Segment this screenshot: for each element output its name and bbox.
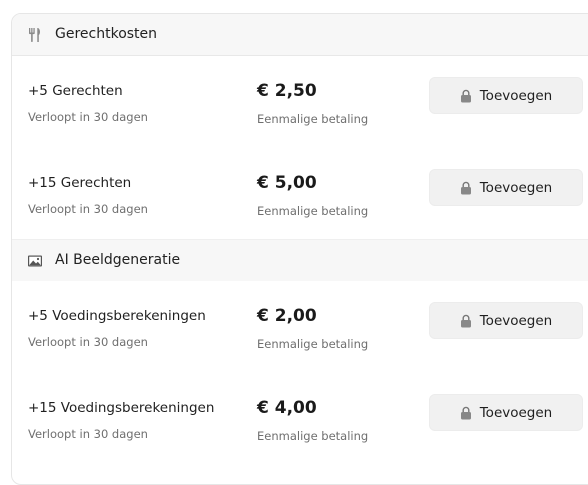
image-icon (28, 255, 42, 267)
list-item: +5 Voedingsberekeningen Verloopt in 30 d… (12, 281, 588, 374)
item-title: +15 Gerechten (28, 175, 132, 191)
add-button[interactable]: Toevoegen (429, 169, 583, 206)
list-item: +15 Gerechten Verloopt in 30 dagen € 5,0… (12, 148, 588, 240)
add-button[interactable]: Toevoegen (429, 394, 583, 431)
list-item: +15 Voedingsberekeningen Verloopt in 30 … (12, 373, 588, 465)
list-item: +5 Gerechten Verloopt in 30 dagen € 2,50… (12, 56, 588, 149)
item-price: € 2,00 (257, 306, 317, 326)
item-expiry: Verloopt in 30 dagen (28, 110, 148, 124)
add-button-label: Toevoegen (479, 87, 553, 104)
lock-icon (460, 89, 471, 102)
section-header-ai-beeldgeneratie: AI Beeldgeneratie (12, 239, 588, 282)
item-price: € 4,00 (257, 398, 317, 418)
section-header-gerechtkosten: Gerechtkosten (12, 14, 588, 56)
add-button[interactable]: Toevoegen (429, 77, 583, 114)
item-expiry: Verloopt in 30 dagen (28, 202, 148, 216)
item-price-note: Eenmalige betaling (257, 204, 369, 218)
item-price-note: Eenmalige betaling (257, 429, 369, 443)
utensils-icon (29, 28, 40, 42)
addons-panel: Gerechtkosten +5 Gerechten Verloopt in 3… (11, 13, 588, 485)
add-button[interactable]: Toevoegen (429, 302, 583, 339)
add-button-label: Toevoegen (479, 312, 553, 329)
item-title: +5 Gerechten (28, 83, 123, 99)
item-title: +5 Voedingsberekeningen (28, 308, 206, 324)
item-price: € 5,00 (257, 173, 317, 193)
add-button-label: Toevoegen (479, 404, 553, 421)
lock-icon (460, 314, 471, 327)
item-price-note: Eenmalige betaling (257, 112, 369, 126)
item-price: € 2,50 (257, 81, 317, 101)
section-title: AI Beeldgeneratie (55, 252, 181, 268)
item-title: +15 Voedingsberekeningen (28, 400, 215, 416)
add-button-label: Toevoegen (479, 179, 553, 196)
section-title: Gerechtkosten (55, 26, 158, 42)
item-expiry: Verloopt in 30 dagen (28, 335, 148, 349)
item-expiry: Verloopt in 30 dagen (28, 427, 148, 441)
item-price-note: Eenmalige betaling (257, 337, 369, 351)
lock-icon (460, 406, 471, 419)
lock-icon (460, 181, 471, 194)
